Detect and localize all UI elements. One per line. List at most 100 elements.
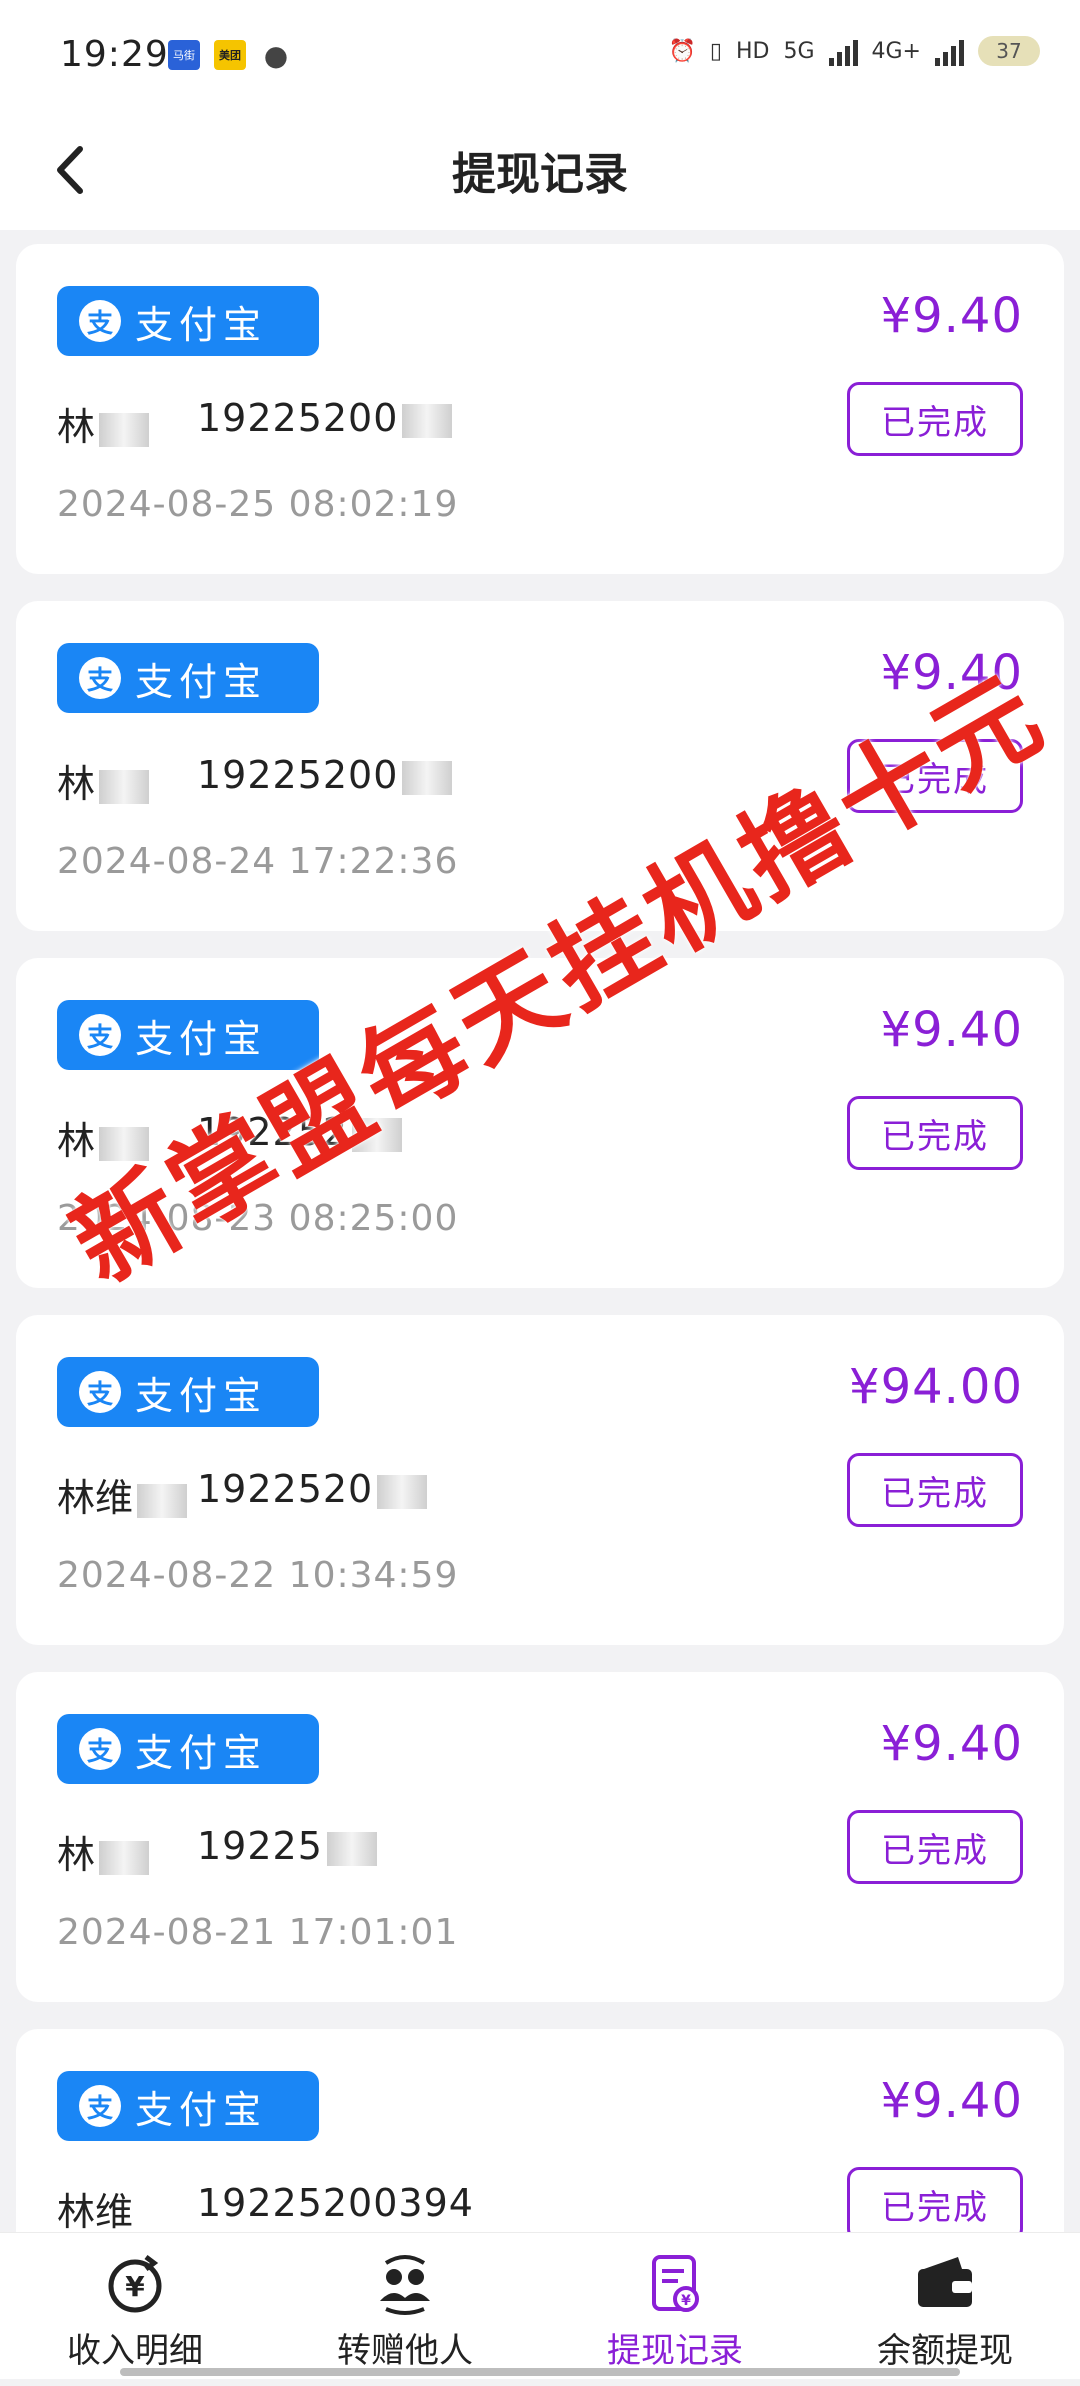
masked-text xyxy=(99,1840,150,1875)
account-number: 19225 xyxy=(197,1824,377,1868)
payment-method-label: 支付宝 xyxy=(135,1016,268,1061)
payment-method-badge: 支 支付宝 xyxy=(57,1000,319,1070)
masked-text xyxy=(402,403,453,438)
svg-text:¥: ¥ xyxy=(125,2270,145,2303)
account-number-text: 192252 xyxy=(197,1110,349,1154)
withdrawal-time: 2024-08-23 08:25:00 xyxy=(57,1198,459,1239)
4g-label: 4G+ xyxy=(871,38,921,64)
account-holder-name: 林 xyxy=(57,753,150,808)
signal-icon xyxy=(828,36,858,66)
account-number-text: 19225200 xyxy=(197,396,399,440)
home-indicator xyxy=(120,2368,960,2376)
withdrawal-amount: ¥94.00 xyxy=(849,1359,1023,1415)
status-completed-button[interactable]: 已完成 xyxy=(847,2167,1023,2241)
masked-text xyxy=(137,1483,188,1518)
alipay-icon: 支 xyxy=(79,2085,121,2127)
app-header: 提现记录 xyxy=(0,110,1080,230)
alipay-icon: 支 xyxy=(79,1728,121,1770)
status-completed-button[interactable]: 已完成 xyxy=(847,1096,1023,1170)
tab-income-details[interactable]: ¥ 收入明细 xyxy=(0,2233,270,2379)
tab-withdrawal-records[interactable]: ¥ 提现记录 xyxy=(540,2233,810,2379)
masked-text xyxy=(99,769,150,804)
alarm-icon: ⏰ xyxy=(668,38,696,64)
payment-method-label: 支付宝 xyxy=(135,1730,268,1775)
signal-icon-2 xyxy=(935,36,964,66)
masked-text xyxy=(402,760,453,795)
masked-text xyxy=(99,412,150,447)
tab-label: 转赠他人 xyxy=(337,2331,473,2371)
account-holder-name-text: 林 xyxy=(57,1833,96,1877)
svg-text:¥: ¥ xyxy=(681,2293,691,2309)
withdrawal-amount: ¥9.40 xyxy=(880,2073,1023,2129)
payment-method-label: 支付宝 xyxy=(135,659,268,704)
account-holder-name: 林 xyxy=(57,396,150,451)
account-holder-name: 林维 xyxy=(57,2181,133,2236)
tab-balance-withdraw[interactable]: 余额提现 xyxy=(810,2233,1080,2379)
withdrawal-record-card: 支 支付宝 ¥9.40 林 19225 已完成 2024-08-21 17:01… xyxy=(16,1672,1064,2002)
payment-method-label: 支付宝 xyxy=(135,302,268,347)
payment-method-badge: 支 支付宝 xyxy=(57,286,319,356)
vibrate-icon: ▯ xyxy=(709,38,722,64)
alipay-icon: 支 xyxy=(79,1014,121,1056)
document-yuan-icon: ¥ xyxy=(652,2255,699,2312)
account-holder-name-text: 林 xyxy=(57,762,96,806)
status-completed-button[interactable]: 已完成 xyxy=(847,1453,1023,1527)
hd-label: HD xyxy=(735,38,770,64)
payment-method-badge: 支 支付宝 xyxy=(57,643,319,713)
account-number: 1922520 xyxy=(197,1467,428,1511)
withdrawal-amount: ¥9.40 xyxy=(880,1002,1023,1058)
status-right-icons: ⏰ ▯ HD 5G 4G+ 37 xyxy=(668,36,1040,66)
withdrawal-time: 2024-08-22 10:34:59 xyxy=(57,1555,459,1596)
meituan-notification-icon: 美团 xyxy=(214,40,246,70)
account-number-text: 19225200394 xyxy=(197,2181,474,2225)
bottom-tab-bar: ¥ 收入明细 转赠他人 ¥ 提现记录 余额提现 xyxy=(0,2232,1080,2379)
alipay-icon: 支 xyxy=(79,1371,121,1413)
account-holder-name-text: 林维 xyxy=(57,2190,134,2234)
masked-text xyxy=(377,1474,428,1509)
withdrawal-record-card: 支 支付宝 ¥9.40 林 192252 已完成 2024-08-23 08:2… xyxy=(16,958,1064,1288)
tab-label: 提现记录 xyxy=(607,2331,743,2371)
withdrawal-amount: ¥9.40 xyxy=(880,288,1023,344)
status-bar: 19:29 马街 美团 ● ⏰ ▯ HD 5G 4G+ 37 xyxy=(0,0,1080,110)
withdrawal-time: 2024-08-25 08:02:19 xyxy=(57,484,459,525)
wechat-notification-icon: ● xyxy=(263,38,289,72)
status-time: 19:29 xyxy=(60,34,169,75)
5g-label: 5G xyxy=(783,38,815,64)
account-holder-name-text: 林 xyxy=(57,405,96,449)
account-holder-name: 林 xyxy=(57,1824,150,1879)
withdrawal-time: 2024-08-21 17:01:01 xyxy=(57,1912,459,1953)
tab-label: 余额提现 xyxy=(877,2331,1013,2371)
withdrawal-record-card: 支 支付宝 ¥9.40 林 19225200 已完成 2024-08-25 08… xyxy=(16,244,1064,574)
account-holder-name-text: 林维 xyxy=(57,1476,134,1520)
payment-method-badge: 支 支付宝 xyxy=(57,1357,319,1427)
payment-method-badge: 支 支付宝 xyxy=(57,1714,319,1784)
yuan-refresh-icon: ¥ xyxy=(108,2255,162,2313)
payment-method-label: 支付宝 xyxy=(135,1373,268,1418)
account-holder-name: 林 xyxy=(57,1110,150,1165)
status-completed-button[interactable]: 已完成 xyxy=(847,739,1023,813)
withdrawal-record-list: 支 支付宝 ¥9.40 林 19225200 已完成 2024-08-25 08… xyxy=(16,244,1064,2386)
account-number-text: 1922520 xyxy=(197,1467,374,1511)
account-number: 19225200 xyxy=(197,753,453,797)
masked-text xyxy=(352,1117,403,1152)
withdrawal-record-card: 支 支付宝 ¥94.00 林维 1922520 已完成 2024-08-22 1… xyxy=(16,1315,1064,1645)
notification-icons: 马街 美团 ● xyxy=(168,38,292,72)
payment-method-label: 支付宝 xyxy=(135,2087,268,2132)
account-number: 19225200 xyxy=(197,396,453,440)
alipay-icon: 支 xyxy=(79,657,121,699)
users-transfer-icon xyxy=(380,2255,430,2315)
battery-icon: 37 xyxy=(978,36,1040,66)
account-holder-name: 林维 xyxy=(57,1467,188,1522)
withdrawal-time: 2024-08-24 17:22:36 xyxy=(57,841,459,882)
payment-method-badge: 支 支付宝 xyxy=(57,2071,319,2141)
account-holder-name-text: 林 xyxy=(57,1119,96,1163)
tab-transfer[interactable]: 转赠他人 xyxy=(270,2233,540,2379)
withdrawal-amount: ¥9.40 xyxy=(880,1716,1023,1772)
status-completed-button[interactable]: 已完成 xyxy=(847,1810,1023,1884)
masked-text xyxy=(326,1831,377,1866)
app-notification-icon: 马街 xyxy=(168,40,200,70)
account-number: 19225200394 xyxy=(197,2181,474,2225)
wallet-icon xyxy=(918,2257,972,2307)
status-completed-button[interactable]: 已完成 xyxy=(847,382,1023,456)
page-title: 提现记录 xyxy=(452,149,628,200)
